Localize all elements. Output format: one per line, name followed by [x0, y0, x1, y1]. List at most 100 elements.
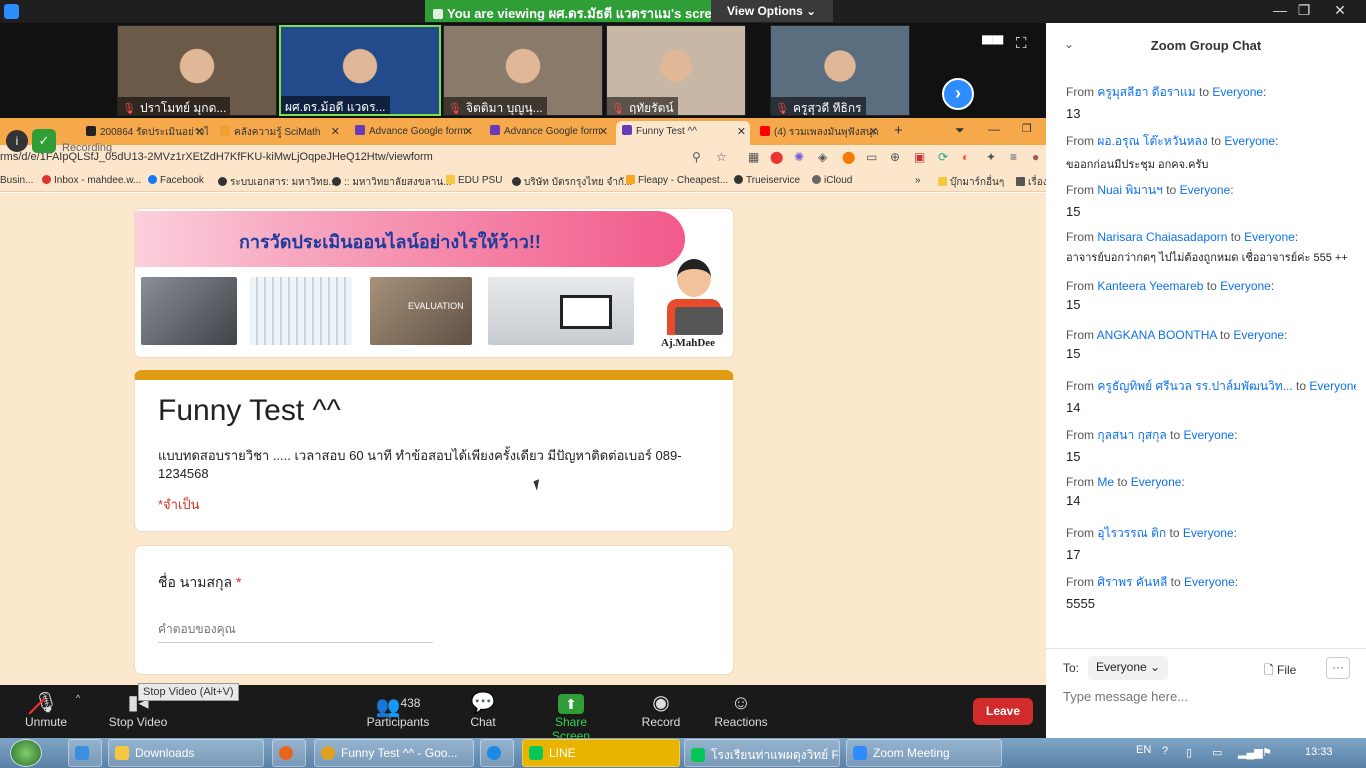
- sender-name[interactable]: ผอ.อรุณ โต๊ะหวันหลง: [1097, 134, 1207, 148]
- close-tab-icon[interactable]: ✕: [464, 125, 473, 138]
- browser-tab[interactable]: Advance Google form ✕: [484, 121, 612, 145]
- extension-icon[interactable]: ▣: [914, 150, 925, 164]
- bookmark-overflow[interactable]: »: [915, 175, 921, 186]
- leave-button[interactable]: Leave: [973, 698, 1033, 725]
- taskbar-pinned-app[interactable]: [68, 739, 102, 767]
- extension-icon[interactable]: ▦: [748, 150, 759, 164]
- gallery-view-icon[interactable]: ▀▀: [982, 36, 1003, 53]
- chat-button[interactable]: 💬 Chat: [466, 691, 500, 729]
- recipient-name[interactable]: Everyone: [1224, 134, 1275, 148]
- close-tab-icon[interactable]: ✕: [737, 125, 746, 138]
- name-answer-input[interactable]: [158, 616, 433, 643]
- security-shield-icon[interactable]: ✓: [32, 129, 56, 153]
- file-button[interactable]: 🗋 File: [1264, 661, 1296, 682]
- bookmark-item[interactable]: :: มหาวิทยาลัยสงขลาน...: [332, 175, 452, 190]
- tray-device-icon[interactable]: ▯: [1186, 746, 1192, 759]
- chat-message-input[interactable]: [1063, 685, 1348, 707]
- browser-tab[interactable]: คลังความรู้ SciMath ✕: [214, 121, 344, 145]
- bookmark-item[interactable]: ระบบเอกสาร: มหาวิทย...: [218, 175, 337, 190]
- sender-name[interactable]: Narisara Chaiasadaporn: [1097, 230, 1227, 244]
- participant-tile[interactable]: 🎙 จิตติมา บุญนุ...: [443, 25, 603, 116]
- signal-icon[interactable]: ▂▄▆: [1238, 746, 1263, 759]
- sender-name[interactable]: ครูธัญทิพย์ ศรีนวล รร.ปาล์มพัฒนวิท...: [1097, 379, 1292, 393]
- recipient-name[interactable]: Everyone: [1131, 475, 1182, 489]
- tab-search-icon[interactable]: ⏷: [955, 123, 965, 138]
- close-tab-icon[interactable]: ✕: [331, 125, 340, 138]
- taskbar-pinned-app[interactable]: [272, 739, 306, 767]
- unmute-button[interactable]: 🎙 Unmute: [22, 691, 70, 729]
- sender-name[interactable]: ศิราพร คันหลี: [1097, 575, 1167, 589]
- bookmark-star-icon[interactable]: ☆: [716, 150, 727, 164]
- reading-list-icon[interactable]: ≡: [1010, 150, 1017, 164]
- new-tab-icon[interactable]: +: [894, 122, 903, 139]
- extension-icon[interactable]: ⬤: [842, 150, 855, 164]
- participant-tile[interactable]: 🎙 ครูสุวดี ทีธิกร: [770, 25, 910, 116]
- restore-icon[interactable]: ❐: [1294, 2, 1314, 19]
- bookmark-item[interactable]: Facebook: [148, 175, 204, 186]
- view-options-button[interactable]: View Options ⌄: [711, 0, 833, 22]
- browser-tab[interactable]: Advance Google form ✕: [349, 121, 477, 145]
- extension-icon[interactable]: ▭: [866, 150, 877, 164]
- extension-icon[interactable]: ◈: [818, 150, 827, 164]
- participant-tile-active[interactable]: ผศ.ดร.ม้อดี แวดร...: [279, 25, 441, 116]
- extension-icon[interactable]: ⟳: [938, 150, 948, 164]
- extension-icon[interactable]: ✺: [794, 150, 804, 164]
- recipient-name[interactable]: Everyone: [1183, 526, 1234, 540]
- info-icon[interactable]: i: [6, 130, 28, 152]
- bookmark-item[interactable]: บริษัท บัตรกรุงไทย จำกั...: [512, 175, 632, 190]
- flag-icon[interactable]: ⚑: [1262, 746, 1272, 759]
- profile-avatar-icon[interactable]: ●: [1032, 150, 1039, 164]
- audio-options-icon[interactable]: ^: [72, 693, 84, 703]
- browser-tab[interactable]: (4) รวมเพลงมันพุฟังสนุก ✕: [754, 121, 882, 145]
- bookmark-item[interactable]: Fleapy - Cheapest...: [626, 175, 728, 186]
- extension-icon[interactable]: ⬤: [770, 150, 783, 164]
- bookmark-item[interactable]: Trueiservice: [734, 175, 800, 186]
- bookmark-item[interactable]: Inbox - mahdee.w...: [42, 175, 141, 186]
- address-bar[interactable]: rms/d/e/1FAIpQLSfJ_05dU13-2MVz1rXEtZdH7K…: [0, 145, 1046, 171]
- sender-name[interactable]: ครูมุสลีฮา ดีอราแม: [1097, 85, 1195, 99]
- fullscreen-icon[interactable]: ⛶: [1016, 35, 1027, 52]
- bookmark-item[interactable]: EDU PSU: [446, 175, 502, 186]
- clock[interactable]: 13:33: [1305, 746, 1333, 758]
- extension-icon[interactable]: ⊕: [890, 150, 900, 164]
- close-tab-icon[interactable]: ✕: [869, 125, 878, 138]
- recipient-name[interactable]: Everyone: [1183, 428, 1234, 442]
- start-button-icon[interactable]: [10, 739, 42, 767]
- recipient-name[interactable]: Everyone: [1233, 328, 1284, 342]
- record-button[interactable]: ◉ Record: [639, 691, 683, 729]
- recipient-name[interactable]: Everyone: [1309, 379, 1356, 393]
- next-page-icon[interactable]: ›: [942, 78, 974, 110]
- taskbar-pinned-app[interactable]: [480, 739, 514, 767]
- more-options-icon[interactable]: ···: [1326, 657, 1350, 679]
- language-indicator[interactable]: EN: [1136, 744, 1151, 756]
- sender-name[interactable]: Me: [1097, 475, 1114, 489]
- recipient-name[interactable]: Everyone: [1180, 183, 1231, 197]
- puzzle-icon[interactable]: ✦: [986, 150, 996, 164]
- recipient-name[interactable]: Everyone: [1244, 230, 1295, 244]
- sender-name[interactable]: อุไรวรรณ ติก: [1097, 526, 1166, 540]
- sender-name[interactable]: ANGKANA BOONTHA: [1097, 328, 1217, 342]
- recipient-name[interactable]: Everyone: [1220, 279, 1271, 293]
- taskbar-item-line[interactable]: LINE: [522, 739, 680, 767]
- participants-button[interactable]: 👥438 Participants: [366, 691, 430, 729]
- recipient-name[interactable]: Everyone: [1212, 85, 1263, 99]
- share-screen-button[interactable]: ⬆ Share Screen: [535, 691, 607, 743]
- extension-icon[interactable]: ◐: [962, 150, 969, 164]
- zoom-search-icon[interactable]: ⚲: [692, 150, 701, 164]
- tray-help-icon[interactable]: ?: [1162, 745, 1168, 757]
- bookmark-item[interactable]: บุ๊กมาร์กอื่นๆ: [938, 175, 1004, 190]
- close-tab-icon[interactable]: ✕: [599, 125, 608, 138]
- participant-tile[interactable]: 🎙 ฤทัยรัตน์: [606, 25, 746, 116]
- sender-name[interactable]: Kanteera Yeemareb: [1097, 279, 1203, 293]
- bookmark-item[interactable]: iCloud: [812, 175, 852, 186]
- bookmark-item[interactable]: Busin...: [0, 175, 33, 186]
- browser-tab-active[interactable]: Funny Test ^^ ✕: [616, 121, 750, 145]
- taskbar-item-downloads[interactable]: Downloads: [108, 739, 264, 767]
- taskbar-item-chrome[interactable]: Funny Test ^^ - Goo...: [314, 739, 474, 767]
- reactions-button[interactable]: ☺ Reactions: [713, 691, 769, 729]
- bookmark-item[interactable]: เรื่อง: [1016, 175, 1048, 190]
- participant-tile[interactable]: 🎙 ปราโมทย์ มุกด...: [117, 25, 277, 116]
- browser-restore-icon[interactable]: ❐: [1022, 122, 1032, 135]
- browser-minimize-icon[interactable]: —: [988, 122, 1000, 136]
- tray-network-icon[interactable]: ▭: [1212, 746, 1222, 759]
